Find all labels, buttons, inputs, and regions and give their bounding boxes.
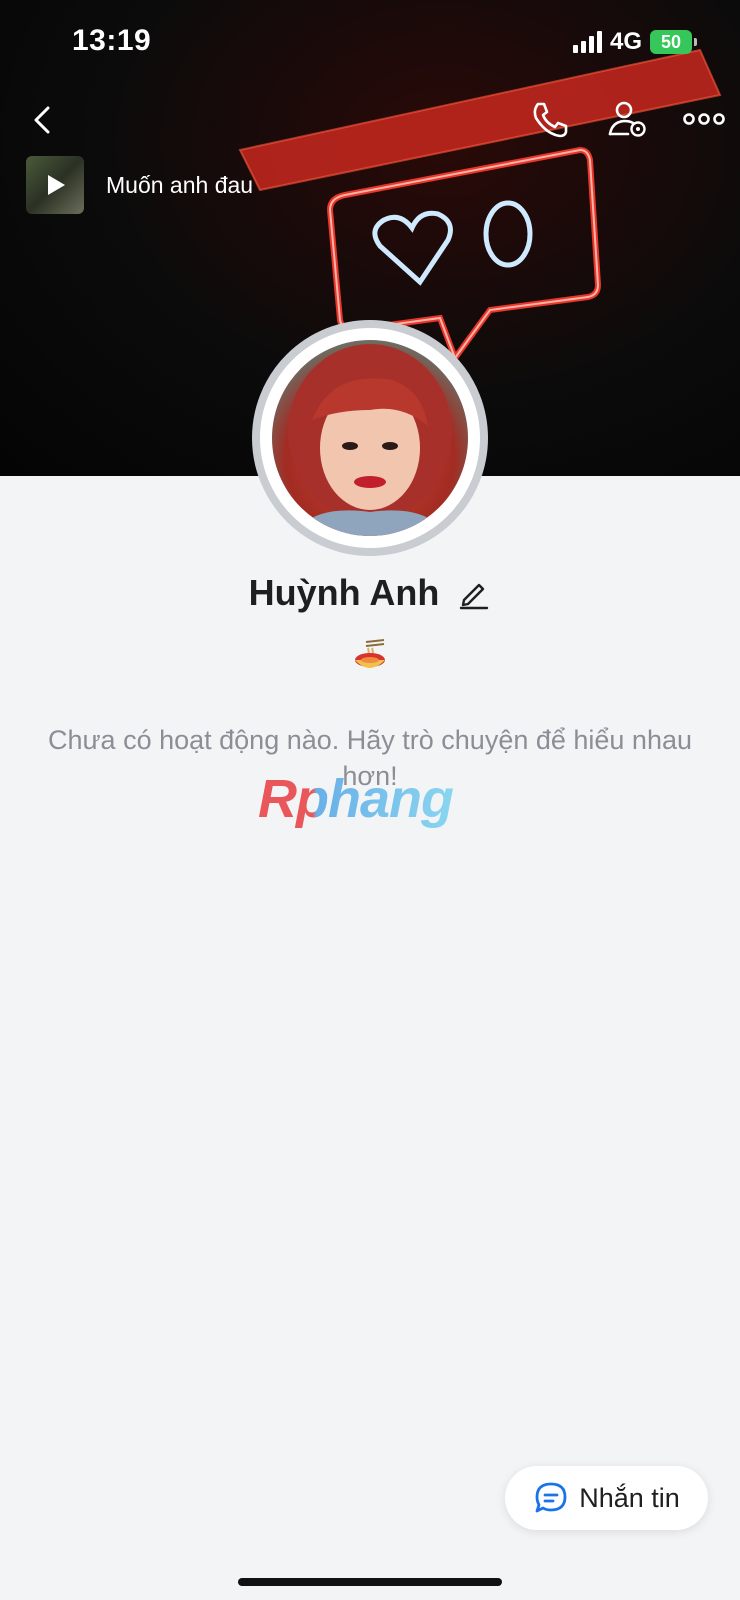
avatar-portrait [288,344,452,536]
profile-settings-button[interactable] [606,98,650,142]
home-indicator [238,1578,502,1586]
status-time: 13:19 [72,24,152,57]
play-icon [48,175,65,195]
avatar-ring[interactable] [252,320,488,556]
status-indicators: 4G 50 [572,28,697,56]
watermark-logo: Rphang [258,769,454,829]
profile-name: Huỳnh Anh [248,572,440,613]
message-button[interactable]: Nhắn tin [505,1466,708,1530]
noodle-bowl-icon[interactable] [352,638,388,674]
battery-icon: 50 [650,30,697,54]
user-settings-icon [608,101,646,137]
phone-icon [533,102,568,138]
more-options-button[interactable] [682,104,726,134]
name-row: Huỳnh Anh [0,572,740,614]
music-thumbnail[interactable] [26,156,84,214]
call-button[interactable] [528,98,572,142]
avatar[interactable] [272,340,468,536]
chat-bubble-icon [535,1482,567,1513]
signal-icon [572,31,602,53]
chevron-left-icon [34,106,50,134]
pencil-icon[interactable] [457,576,491,610]
profile-music[interactable]: Muốn anh đau [26,156,253,214]
message-button-label: Nhắn tin [579,1482,680,1513]
battery-level: 50 [660,31,682,52]
back-button[interactable] [24,100,64,140]
network-type: 4G [609,28,642,55]
more-horizontal-icon [683,113,725,125]
music-title: Muốn anh đau [106,171,254,198]
